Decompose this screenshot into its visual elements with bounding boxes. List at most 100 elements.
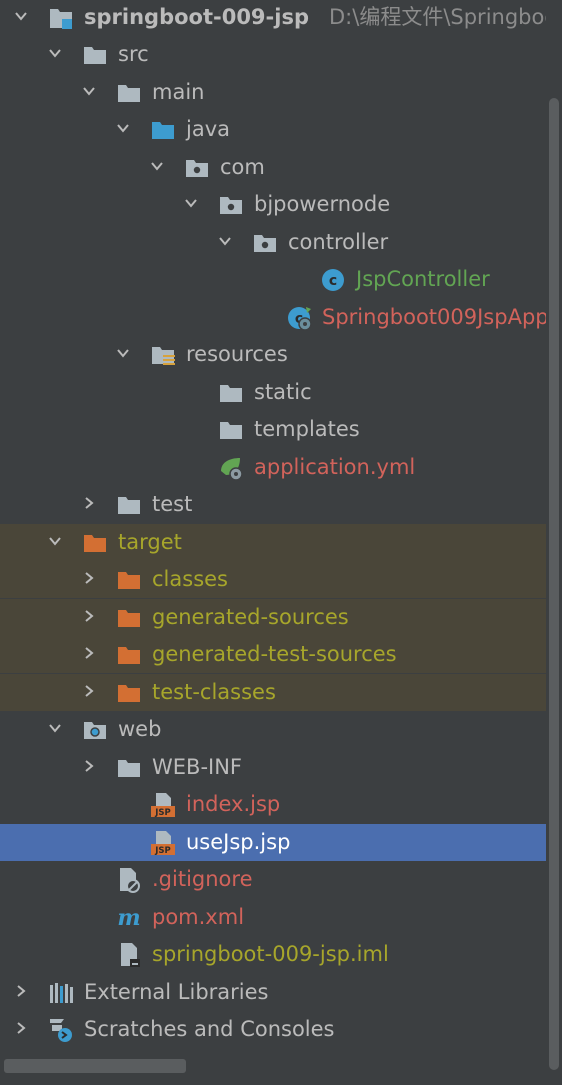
chevron-right-icon[interactable] <box>82 571 96 585</box>
svg-text:m: m <box>117 905 140 931</box>
tree-row-web[interactable]: web <box>0 711 546 748</box>
tree-item-label: .gitignore <box>152 867 253 891</box>
tree-item-label: WEB-INF <box>152 754 242 779</box>
folder-icon <box>116 755 142 781</box>
maven-icon: m <box>116 905 142 931</box>
project-name: springboot-009-jsp <box>84 5 309 29</box>
package-icon <box>218 192 244 218</box>
tree-row-bjpowernode[interactable]: bjpowernode <box>0 186 546 223</box>
tree-row-java[interactable]: java <box>0 111 546 148</box>
excluded-folder-icon <box>116 642 142 668</box>
chevron-down-icon[interactable] <box>14 9 28 23</box>
tree-item-label: generated-test-sources <box>152 642 397 666</box>
tree-item-label: com <box>220 154 265 179</box>
spring-config-icon <box>218 455 244 481</box>
tree-item-label: java <box>186 117 230 141</box>
tree-item-label: bjpowernode <box>254 192 391 216</box>
tree-row-application-class[interactable]: c Springboot009JspApplication <box>0 299 546 336</box>
web-folder-icon <box>82 717 108 743</box>
tree-row-src[interactable]: src <box>0 36 546 73</box>
tree-row-templates[interactable]: templates <box>0 411 546 448</box>
chevron-down-icon[interactable] <box>116 121 130 135</box>
tree-item-label: test-classes <box>152 679 276 704</box>
chevron-down-icon[interactable] <box>218 234 232 248</box>
tree-row-test-classes[interactable]: test-classes <box>0 673 546 711</box>
tree-row-iml[interactable]: springboot-009-jsp.iml <box>0 936 546 973</box>
chevron-down-icon[interactable] <box>82 84 96 98</box>
chevron-right-icon[interactable] <box>82 684 96 698</box>
project-module-icon <box>48 5 74 31</box>
tree-row-gitignore[interactable]: .gitignore <box>0 861 546 898</box>
tree-row-generated-test-sources[interactable]: generated-test-sources <box>0 636 546 673</box>
excluded-folder-icon <box>116 567 142 593</box>
vertical-scrollbar[interactable] <box>546 0 562 1085</box>
chevron-down-icon[interactable] <box>48 721 62 735</box>
chevron-down-icon[interactable] <box>116 346 130 360</box>
chevron-down-icon[interactable] <box>150 159 164 173</box>
tree-row-index-jsp[interactable]: JSP index.jsp <box>0 786 546 823</box>
chevron-right-icon[interactable] <box>14 1021 28 1035</box>
tree-item-label: classes <box>152 567 228 591</box>
tree-item-label: useJsp.jsp <box>186 829 291 854</box>
svg-text:JSP: JSP <box>154 846 171 856</box>
chevron-right-icon[interactable] <box>82 496 96 510</box>
tree-row-scratches[interactable]: Scratches and Consoles <box>0 1011 546 1048</box>
horizontal-scrollbar-thumb[interactable] <box>4 1059 186 1073</box>
chevron-right-icon[interactable] <box>14 984 28 998</box>
tree-row-project-root[interactable]: springboot-009-jsp D:\编程文件\Springboot <box>0 0 546 36</box>
chevron-down-icon[interactable] <box>184 196 198 210</box>
folder-icon <box>116 80 142 106</box>
module-file-icon <box>116 942 142 968</box>
tree-row-jspcontroller[interactable]: c JspController <box>0 261 546 298</box>
folder-icon <box>82 42 108 68</box>
chevron-right-icon[interactable] <box>82 759 96 773</box>
project-path: D:\编程文件\Springboot <box>329 5 546 29</box>
tree-item-label: JspController <box>356 267 490 291</box>
tree-item-label: templates <box>254 417 360 441</box>
scratches-icon <box>48 1017 74 1043</box>
folder-icon <box>116 492 142 518</box>
tree-row-external-libraries[interactable]: External Libraries <box>0 974 546 1011</box>
chevron-right-icon[interactable] <box>82 609 96 623</box>
tree-item-label: External Libraries <box>84 979 269 1004</box>
chevron-down-icon[interactable] <box>48 534 62 548</box>
svg-text:JSP: JSP <box>154 808 171 818</box>
libraries-icon <box>48 980 74 1006</box>
tree-row-generated-sources[interactable]: generated-sources <box>0 598 546 636</box>
jsp-file-icon: JSP <box>150 792 176 818</box>
tree-row-application-yml[interactable]: application.yml <box>0 449 546 486</box>
tree-row-classes[interactable]: classes <box>0 561 546 598</box>
ignored-file-icon <box>116 867 142 893</box>
source-folder-icon <box>150 117 176 143</box>
tree-item-label: pom.xml <box>152 904 245 929</box>
tree-row-static[interactable]: static <box>0 374 546 411</box>
tree-item-label: main <box>152 79 205 104</box>
tree-row-target[interactable]: target <box>0 523 546 561</box>
tree-item-label: Springboot009JspApplication <box>322 304 546 329</box>
tree-row-pom-xml[interactable]: m pom.xml <box>0 899 546 936</box>
vertical-scrollbar-thumb[interactable] <box>549 98 559 1070</box>
chevron-down-icon[interactable] <box>48 46 62 60</box>
folder-icon <box>218 417 244 443</box>
tree-row-web-inf[interactable]: WEB-INF <box>0 749 546 786</box>
tree-item-label: target <box>118 529 182 554</box>
tree-row-controller[interactable]: controller <box>0 224 546 261</box>
tree-item-label: static <box>254 379 312 404</box>
tree-item-label: test <box>152 492 193 516</box>
folder-icon <box>218 380 244 406</box>
resources-folder-icon <box>150 342 176 368</box>
tree-row-main[interactable]: main <box>0 74 546 111</box>
chevron-right-icon[interactable] <box>82 646 96 660</box>
tree-item-label: index.jsp <box>186 792 281 816</box>
excluded-folder-icon <box>116 680 142 706</box>
tree-item-label: application.yml <box>254 454 416 479</box>
tree-item-label: resources <box>186 342 288 366</box>
tree-item-label: springboot-009-jsp.iml <box>152 942 389 966</box>
tree-row-test[interactable]: test <box>0 486 546 523</box>
tree-item-label: src <box>118 42 149 66</box>
tree-row-resources[interactable]: resources <box>0 336 546 373</box>
svg-text:c: c <box>329 273 337 289</box>
tree-item-label: Scratches and Consoles <box>84 1017 335 1041</box>
tree-row-com[interactable]: com <box>0 149 546 186</box>
tree-row-usejsp-jsp[interactable]: JSP useJsp.jsp <box>0 823 546 861</box>
